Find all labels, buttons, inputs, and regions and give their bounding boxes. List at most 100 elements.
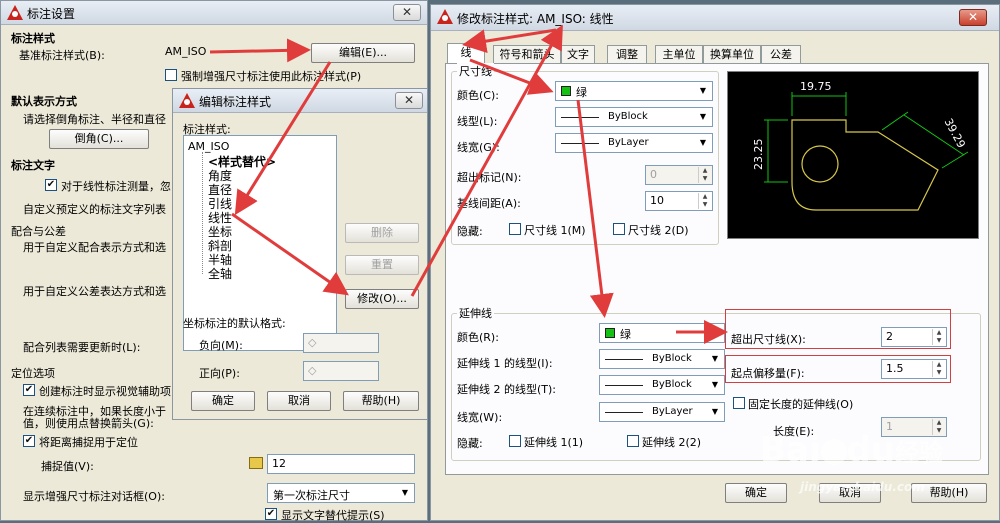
tab-primary-units[interactable]: 主单位 bbox=[655, 45, 703, 64]
close-icon[interactable]: ✕ bbox=[959, 9, 987, 26]
suppress-dimline2-label: 尺寸线 2(D) bbox=[628, 224, 689, 237]
coord-format-label: 坐标标注的默认格式: bbox=[183, 317, 286, 330]
window-title: 修改标注样式: AM_ISO: 线性 bbox=[457, 12, 614, 26]
chevron-down-icon: ▼ bbox=[699, 138, 707, 147]
section-style-title: 标注样式 bbox=[11, 32, 55, 45]
positive-field[interactable]: ◇ bbox=[303, 361, 379, 381]
ext-linetype2-select[interactable]: ByBlock ▼ bbox=[599, 375, 725, 395]
lineweight-select[interactable]: ByLayer ▼ bbox=[555, 133, 713, 153]
watermark: Bai du经验 bbox=[760, 430, 943, 470]
autocad-icon bbox=[7, 5, 23, 20]
tab-symbols-arrows[interactable]: 符号和箭头 bbox=[493, 45, 561, 64]
visual-aid-checkbox[interactable]: ✔ bbox=[23, 384, 35, 396]
ok-button[interactable]: 确定 bbox=[191, 391, 255, 411]
chevron-down-icon: ▼ bbox=[711, 328, 719, 337]
preview-drawing: 19.75 23.25 39.29 bbox=[752, 80, 969, 211]
section-locate-title: 定位选项 bbox=[11, 367, 55, 380]
tab-lines[interactable]: 线 bbox=[447, 43, 485, 64]
preview-dim-top: 19.75 bbox=[800, 80, 832, 93]
ext-color-label: 颜色(R): bbox=[457, 331, 499, 344]
spinner-icon[interactable]: ▲ ▼ bbox=[698, 167, 711, 183]
help-button[interactable]: 帮助(H) bbox=[343, 391, 419, 411]
chevron-down-icon: ▼ bbox=[711, 354, 719, 363]
preview-dim-left: 23.25 bbox=[752, 139, 765, 171]
green-swatch-icon bbox=[561, 86, 571, 96]
ok-button[interactable]: 确定 bbox=[725, 483, 787, 503]
edit-dimension-style-window: 编辑标注样式 ✕ 标注样式: AM_ISO <样式替代> 角度 直径 引线 线性… bbox=[172, 88, 428, 420]
extend-beyond-ticks-input[interactable]: 0 ▲ ▼ bbox=[645, 165, 713, 185]
base-style-label: 基准标注样式(B): bbox=[19, 49, 105, 62]
text-measure-checkbox[interactable]: ✔ bbox=[45, 179, 57, 191]
baseline-spacing-label: 基线间距(A): bbox=[457, 197, 521, 210]
line-sample-icon bbox=[605, 385, 643, 386]
delete-button[interactable]: 删除 bbox=[345, 223, 419, 243]
green-swatch-icon bbox=[605, 328, 615, 338]
highlight-origin-offset bbox=[725, 355, 951, 383]
enhanced-dialog-select[interactable]: 第一次标注尺寸 ▼ bbox=[267, 483, 415, 503]
reset-button[interactable]: 重置 bbox=[345, 255, 419, 275]
suppress-dimline2-checkbox[interactable] bbox=[613, 223, 625, 235]
enhanced-dialog-value: 第一次标注尺寸 bbox=[273, 489, 350, 502]
edit-button[interactable]: 编辑(E)... bbox=[311, 43, 415, 63]
distance-snap-label: 将距离捕捉用于定位 bbox=[39, 436, 138, 449]
suppress-extline2-checkbox[interactable] bbox=[627, 435, 639, 447]
modify-button[interactable]: 修改(O)... bbox=[345, 289, 419, 309]
force-style-checkbox[interactable] bbox=[165, 69, 177, 81]
tab-alternate-units[interactable]: 换算单位 bbox=[703, 45, 761, 64]
linetype-select[interactable]: ByBlock ▼ bbox=[555, 107, 713, 127]
dimension-lines-title: 尺寸线 bbox=[457, 63, 494, 79]
text-desc: 自定义预定义的标注文字列表 bbox=[23, 203, 166, 216]
suppress-dimline1-checkbox[interactable] bbox=[509, 223, 521, 235]
spinner-icon[interactable]: ▲ ▼ bbox=[698, 193, 711, 209]
chamfer-button[interactable]: 倒角(C)... bbox=[49, 129, 149, 149]
watermark-brand: Bai bbox=[760, 430, 821, 470]
extend-beyond-ticks-label: 超出标记(N): bbox=[457, 171, 522, 184]
close-icon[interactable]: ✕ bbox=[393, 4, 421, 21]
suppress-extline1-checkbox[interactable] bbox=[509, 435, 521, 447]
suppress-label: 隐藏: bbox=[457, 225, 483, 238]
snap-value-label: 捕捉值(V): bbox=[41, 460, 94, 473]
cancel-button[interactable]: 取消 bbox=[267, 391, 331, 411]
visual-aid-label: 创建标注时显示视觉辅助项 bbox=[39, 385, 171, 398]
close-icon[interactable]: ✕ bbox=[395, 92, 423, 109]
positive-label: 正向(P): bbox=[199, 367, 240, 380]
baseline-spacing-input[interactable]: 10 ▲ ▼ bbox=[645, 191, 713, 211]
tab-text[interactable]: 文字 bbox=[561, 45, 595, 64]
tab-fit[interactable]: 调整 bbox=[607, 45, 647, 64]
locate-desc-2: 值，则使用点替换箭头(G): bbox=[23, 417, 154, 430]
chevron-down-icon: ▼ bbox=[699, 86, 707, 95]
ext-linetype1-select[interactable]: ByBlock ▼ bbox=[599, 349, 725, 369]
negative-field[interactable]: ◇ bbox=[303, 333, 379, 353]
ext-lineweight-select[interactable]: ByLayer ▼ bbox=[599, 402, 725, 422]
fit-update-label: 配合列表需要更新时(L): bbox=[23, 341, 141, 354]
chevron-down-icon: ▼ bbox=[401, 488, 409, 497]
tab-tolerances[interactable]: 公差 bbox=[761, 45, 801, 64]
snap-value-input[interactable]: 12 bbox=[267, 454, 415, 474]
section-fit-title: 配合与公差 bbox=[11, 225, 66, 238]
ext-linetype1-label: 延伸线 1 的线型(I): bbox=[457, 357, 553, 370]
suppress-extline2-label: 延伸线 2(2) bbox=[642, 436, 702, 449]
default-desc: 请选择倒角标注、半径和直径 bbox=[23, 113, 166, 126]
color-select[interactable]: 绿 ▼ bbox=[555, 81, 713, 101]
distance-snap-checkbox[interactable]: ✔ bbox=[23, 435, 35, 447]
ext-linetype2-label: 延伸线 2 的线型(T): bbox=[457, 383, 556, 396]
show-alt-checkbox[interactable]: ✔ bbox=[265, 508, 277, 520]
ext-suppress-label: 隐藏: bbox=[457, 437, 483, 450]
line-sample-icon bbox=[561, 143, 599, 144]
section-text-title: 标注文字 bbox=[11, 159, 55, 172]
color-value: 绿 bbox=[576, 86, 587, 99]
text-measure-label: 对于线性标注测量，忽 bbox=[61, 180, 171, 193]
fixed-length-label: 固定长度的延伸线(O) bbox=[748, 398, 854, 411]
fixed-length-checkbox[interactable] bbox=[733, 397, 745, 409]
color-label: 颜色(C): bbox=[457, 89, 499, 102]
preview-dim-right: 39.29 bbox=[942, 116, 968, 150]
titlebar: 修改标注样式: AM_ISO: 线性 ✕ bbox=[431, 5, 999, 31]
watermark-paw: du bbox=[846, 430, 896, 470]
tree-item-full-axis[interactable]: 全轴 bbox=[208, 265, 232, 282]
chevron-down-icon: ▼ bbox=[699, 112, 707, 121]
highlight-extend-beyond bbox=[725, 309, 951, 349]
ext-color-select[interactable]: 绿 ▼ bbox=[599, 323, 725, 343]
extension-lines-title: 延伸线 bbox=[457, 305, 494, 321]
tree-root[interactable]: AM_ISO bbox=[188, 140, 229, 153]
fit-desc-2: 用于自定义公差表达方式和选 bbox=[23, 285, 166, 298]
